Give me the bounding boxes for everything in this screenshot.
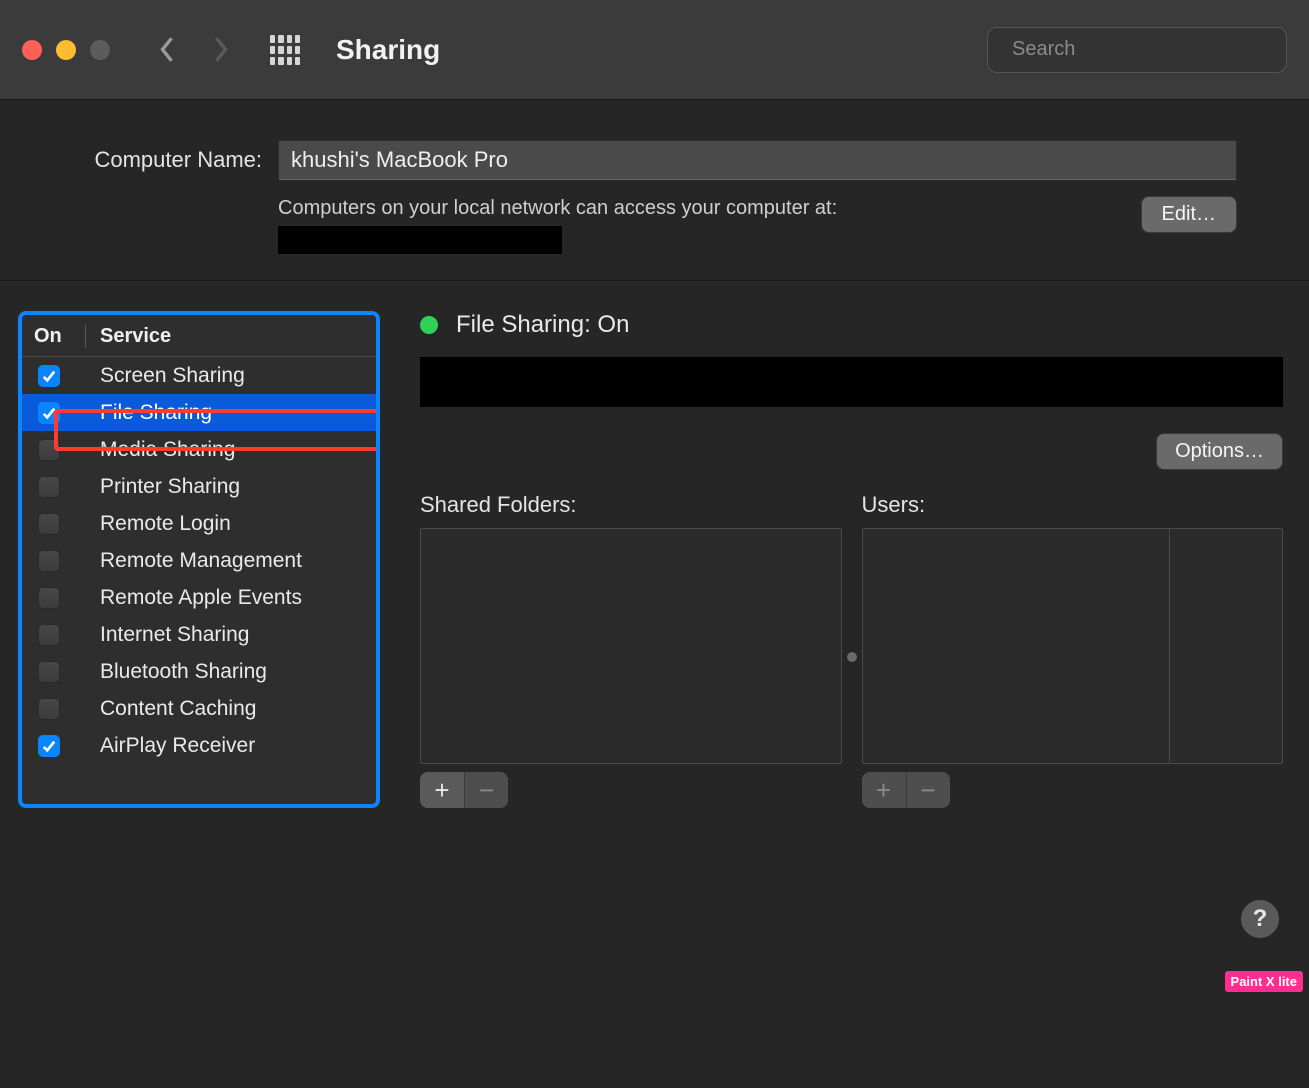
service-row[interactable]: Bluetooth Sharing (22, 653, 376, 690)
zoom-window-button[interactable] (90, 40, 110, 60)
service-detail: File Sharing: On Options… Shared Folders… (420, 311, 1283, 808)
service-checkbox[interactable] (38, 439, 60, 461)
service-label: Media Sharing (86, 438, 235, 462)
service-label: Bluetooth Sharing (86, 660, 267, 684)
column-resize-handle[interactable] (847, 652, 857, 662)
computer-name-section: Computer Name: Computers on your local n… (0, 100, 1309, 281)
services-header: On Service (22, 315, 376, 357)
computer-name-field[interactable] (278, 140, 1237, 180)
add-user-button[interactable]: + (862, 772, 906, 808)
main-content: On Service Screen Sharing File Sharing Med… (0, 281, 1309, 838)
service-row[interactable]: Printer Sharing (22, 468, 376, 505)
edit-button[interactable]: Edit… (1141, 196, 1237, 233)
shared-folders-column: Shared Folders: + − (420, 492, 842, 808)
service-label: Remote Apple Events (86, 586, 302, 610)
service-row[interactable]: Remote Login (22, 505, 376, 542)
shared-folders-label: Shared Folders: (420, 492, 842, 518)
service-checkbox[interactable] (38, 624, 60, 646)
service-label: Printer Sharing (86, 475, 240, 499)
minimize-window-button[interactable] (56, 40, 76, 60)
remove-folder-button[interactable]: − (464, 772, 508, 808)
users-label: Users: (862, 492, 1284, 518)
users-list[interactable] (862, 528, 1284, 764)
search-box[interactable] (987, 27, 1287, 73)
service-row[interactable]: Screen Sharing (22, 357, 376, 394)
status-text: File Sharing: On (456, 311, 629, 339)
service-row[interactable]: Internet Sharing (22, 616, 376, 653)
service-row[interactable]: Content Caching (22, 690, 376, 727)
redacted-hostname (278, 226, 562, 254)
close-window-button[interactable] (22, 40, 42, 60)
service-label: AirPlay Receiver (86, 734, 255, 758)
nav-arrows (158, 36, 230, 64)
titlebar: Sharing (0, 0, 1309, 100)
service-row[interactable]: Remote Apple Events (22, 579, 376, 616)
window-controls (22, 40, 110, 60)
column-service: Service (86, 325, 171, 348)
service-checkbox[interactable] (38, 402, 60, 424)
status-indicator-icon (420, 316, 438, 334)
shared-folders-add-remove: + − (420, 772, 508, 808)
computer-name-label: Computer Name: (72, 147, 262, 173)
computer-name-subtext: Computers on your local network can acce… (278, 194, 1125, 222)
service-checkbox[interactable] (38, 513, 60, 535)
users-column: Users: + − (862, 492, 1284, 808)
service-checkbox[interactable] (38, 735, 60, 757)
service-checkbox[interactable] (38, 365, 60, 387)
service-row[interactable]: Remote Management (22, 542, 376, 579)
status-row: File Sharing: On (420, 311, 1283, 339)
service-label: Content Caching (86, 697, 256, 721)
service-checkbox[interactable] (38, 476, 60, 498)
lists-row: Shared Folders: + − Users: + (420, 492, 1283, 808)
service-row[interactable]: AirPlay Receiver (22, 727, 376, 764)
service-checkbox[interactable] (38, 550, 60, 572)
add-folder-button[interactable]: + (420, 772, 464, 808)
search-input[interactable] (1012, 38, 1277, 61)
options-button[interactable]: Options… (1156, 433, 1283, 470)
service-label: File Sharing (86, 401, 212, 425)
window-title: Sharing (336, 34, 987, 66)
service-row[interactable]: File Sharing (22, 394, 376, 431)
watermark: Paint X lite (1225, 971, 1303, 992)
services-list: On Service Screen Sharing File Sharing Med… (18, 311, 380, 808)
service-row[interactable]: Media Sharing (22, 431, 376, 468)
service-label: Remote Login (86, 512, 231, 536)
service-label: Internet Sharing (86, 623, 249, 647)
service-label: Screen Sharing (86, 364, 245, 388)
shared-folders-list[interactable] (420, 528, 842, 764)
help-button[interactable]: ? (1241, 900, 1279, 938)
remove-user-button[interactable]: − (906, 772, 950, 808)
back-button[interactable] (158, 36, 176, 64)
service-checkbox[interactable] (38, 698, 60, 720)
column-on: On (34, 325, 86, 348)
show-all-icon[interactable] (270, 35, 300, 65)
forward-button[interactable] (212, 36, 230, 64)
redacted-address (420, 357, 1283, 407)
service-checkbox[interactable] (38, 661, 60, 683)
users-permission-divider (1169, 529, 1170, 763)
users-add-remove: + − (862, 772, 950, 808)
service-checkbox[interactable] (38, 587, 60, 609)
service-label: Remote Management (86, 549, 302, 573)
